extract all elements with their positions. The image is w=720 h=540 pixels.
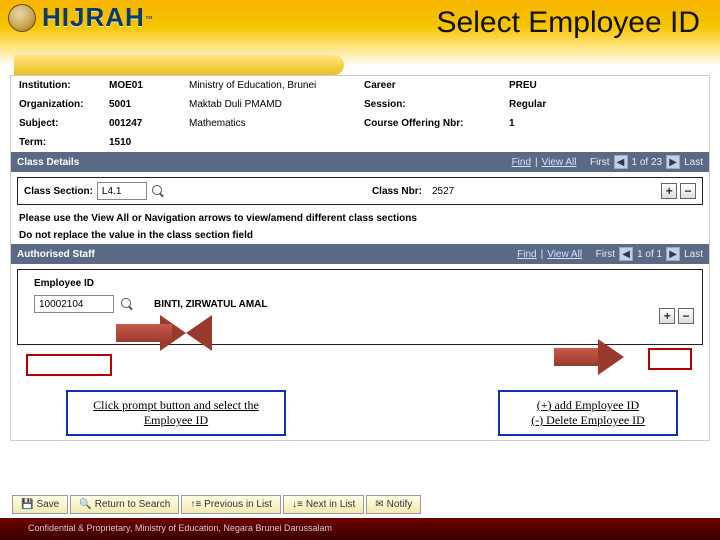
delete-section-button[interactable]: − [680, 183, 696, 199]
label-term: Term: [19, 137, 109, 148]
callout-employee-prompt: Click prompt button and select the Emplo… [66, 390, 286, 436]
auth-staff-bar: Authorised Staff Find | View All First ◀… [11, 244, 709, 264]
next-in-list-button[interactable]: ↓≡Next in List [283, 495, 364, 514]
info-row-institution: Institution: MOE01 Ministry of Education… [11, 76, 709, 95]
label-session: Session: [364, 99, 509, 110]
info-row-subject: Subject: 001247 Mathematics Course Offer… [11, 114, 709, 133]
label-institution: Institution: [19, 80, 109, 91]
last-label: Last [684, 157, 703, 168]
slide-header: HIJRAH™ Select Employee ID [0, 0, 720, 66]
viewall-link[interactable]: View All [542, 157, 577, 168]
page-counter: 1 of 23 [632, 157, 663, 168]
notify-button[interactable]: ✉Notify [366, 495, 421, 514]
auth-staff-title: Authorised Staff [17, 249, 95, 260]
value-career: PREU [509, 80, 537, 91]
next-page-button[interactable]: ▶ [666, 155, 680, 169]
value-institution: MOE01 [109, 80, 189, 91]
auth-next-button[interactable]: ▶ [666, 247, 680, 261]
hint-line-2: Do not replace the value in the class se… [11, 227, 709, 244]
employee-id-input[interactable] [34, 295, 114, 313]
value-session: Regular [509, 99, 546, 110]
auth-last-label: Last [684, 249, 703, 260]
label-career: Career [364, 80, 509, 91]
info-row-term: Term: 1510 [11, 133, 709, 152]
class-section-label: Class Section: [24, 186, 93, 197]
notify-icon: ✉ [375, 499, 383, 510]
highlight-add-remove [648, 348, 692, 370]
callout-add-remove: (+) add Employee ID (-) Delete Employee … [498, 390, 678, 436]
arrow-to-add-remove [554, 339, 624, 375]
class-section-lookup-icon[interactable] [151, 184, 165, 198]
crest-icon [8, 4, 36, 32]
footer-toolbar: 💾Save 🔍Return to Search ↑≡Previous in Li… [12, 495, 421, 514]
brand-text: HIJRAH [42, 2, 145, 32]
class-details-bar: Class Details Find | View All First ◀ 1 … [11, 152, 709, 172]
prev-page-button[interactable]: ◀ [614, 155, 628, 169]
save-button[interactable]: 💾Save [12, 495, 68, 514]
class-section-input[interactable] [97, 182, 147, 200]
value-term: 1510 [109, 137, 189, 148]
hint-line-1: Please use the View All or Navigation ar… [11, 210, 709, 227]
arrow-to-employee-id [116, 315, 206, 351]
info-row-organization: Organization: 5001 Maktab Duli PMAMD Ses… [11, 95, 709, 114]
search-icon: 🔍 [79, 499, 91, 510]
desc-subject: Mathematics [189, 118, 364, 129]
find-link[interactable]: Find [512, 157, 531, 168]
label-subject: Subject: [19, 118, 109, 129]
class-details-title: Class Details [17, 157, 79, 168]
slide-title: Select Employee ID [437, 6, 700, 40]
up-arrow-icon: ↑≡ [190, 499, 201, 510]
pill-accent [14, 55, 344, 75]
label-course-offering: Course Offering Nbr: [364, 118, 509, 129]
tm-mark: ™ [145, 15, 153, 24]
auth-find-link[interactable]: Find [517, 249, 536, 260]
delete-employee-button[interactable]: − [678, 308, 694, 324]
confidential-footer: Confidential & Proprietary, Ministry of … [0, 518, 720, 540]
form-panel: Institution: MOE01 Ministry of Education… [10, 75, 710, 441]
add-employee-button[interactable]: + [659, 308, 675, 324]
auth-prev-button[interactable]: ◀ [619, 247, 633, 261]
auth-viewall-link[interactable]: View All [547, 249, 582, 260]
logo: HIJRAH™ [8, 2, 153, 33]
value-organization: 5001 [109, 99, 189, 110]
save-icon: 💾 [21, 499, 33, 510]
down-arrow-icon: ↓≡ [292, 499, 303, 510]
value-subject: 001247 [109, 118, 189, 129]
class-section-box: Class Section: Class Nbr: 2527 + − [17, 177, 703, 205]
employee-id-label: Employee ID [34, 278, 696, 289]
add-section-button[interactable]: + [661, 183, 677, 199]
first-label: First [590, 157, 609, 168]
class-nbr-label: Class Nbr: [372, 186, 422, 197]
auth-first-label: First [596, 249, 615, 260]
label-organization: Organization: [19, 99, 109, 110]
value-course-offering: 1 [509, 118, 515, 129]
return-to-search-button[interactable]: 🔍Return to Search [70, 495, 179, 514]
desc-organization: Maktab Duli PMAMD [189, 99, 364, 110]
previous-in-list-button[interactable]: ↑≡Previous in List [181, 495, 281, 514]
auth-page-counter: 1 of 1 [637, 249, 662, 260]
employee-name: BINTI, ZIRWATUL AMAL [154, 299, 268, 310]
class-details-nav: Find | View All First ◀ 1 of 23 ▶ Last [512, 155, 703, 169]
class-nbr-value: 2527 [432, 186, 454, 197]
highlight-employee-id [26, 354, 112, 376]
employee-id-lookup-icon[interactable] [120, 297, 134, 311]
desc-institution: Ministry of Education, Brunei [189, 80, 364, 91]
auth-staff-nav: Find | View All First ◀ 1 of 1 ▶ Last [517, 247, 703, 261]
